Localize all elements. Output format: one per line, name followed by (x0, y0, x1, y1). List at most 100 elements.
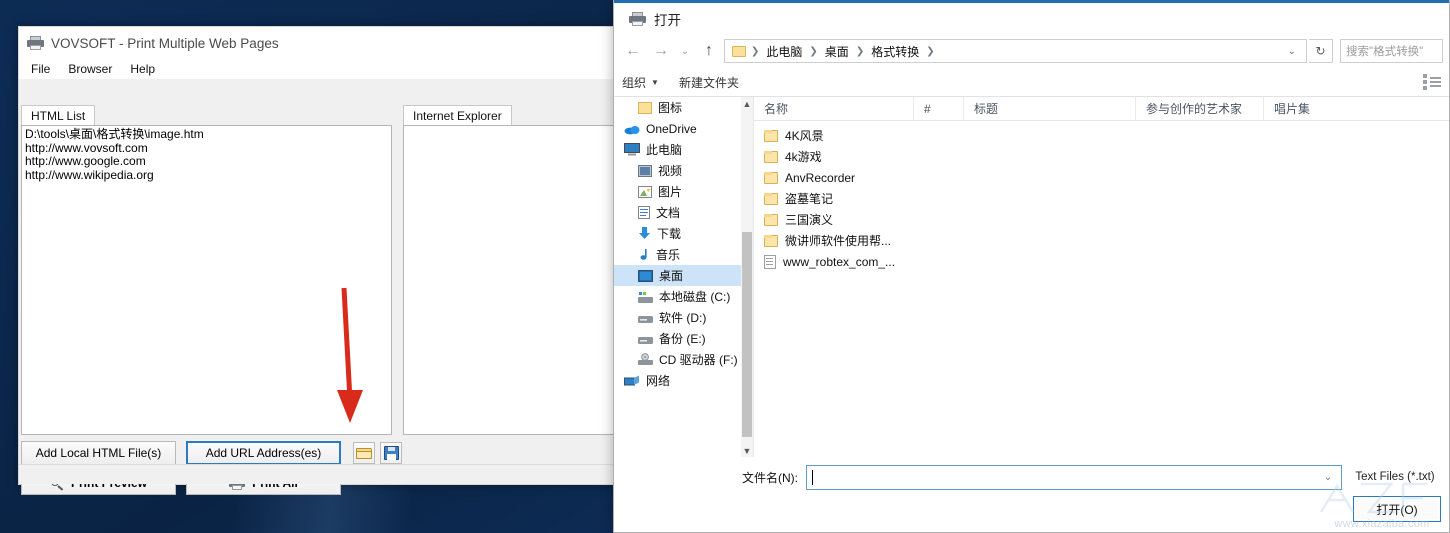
downloads-icon (639, 227, 650, 239)
breadcrumb-item-desktop[interactable]: 桌面 (821, 43, 853, 60)
list-item[interactable]: D:\tools\桌面\格式转换\image.htm (22, 127, 391, 142)
desktop-icon (638, 269, 653, 282)
menubar: File Browser Help (19, 59, 619, 79)
filename-input[interactable]: ⌄ (806, 464, 1342, 490)
column-header-name[interactable]: ⌃ 名称 (754, 97, 914, 120)
sidebar-item-drive-e[interactable]: 备份 (E:) (614, 328, 741, 349)
file-row[interactable]: 4K风景 (754, 125, 1449, 146)
printer-icon (629, 11, 646, 26)
add-local-html-files-label: Add Local HTML File(s) (35, 446, 162, 460)
scroll-down-icon[interactable]: ▼ (741, 444, 753, 457)
tab-html-list-label: HTML List (31, 108, 86, 123)
file-row[interactable]: 4k游戏 (754, 146, 1449, 167)
sidebar-item-downloads[interactable]: 下载 (614, 223, 741, 244)
save-list-button[interactable] (380, 442, 402, 464)
back-icon[interactable]: ← (620, 39, 646, 63)
list-item[interactable]: http://www.vovsoft.com (22, 141, 391, 156)
system-drive-icon (638, 291, 653, 303)
breadcrumb[interactable]: ❯ 此电脑 ❯ 桌面 ❯ 格式转换 ❯ ⌄ (724, 39, 1307, 63)
pictures-icon (638, 185, 652, 198)
breadcrumb-item-this-pc[interactable]: 此电脑 (762, 43, 806, 60)
tab-internet-explorer-label: Internet Explorer (413, 108, 502, 123)
sort-ascending-icon: ⌃ (833, 97, 842, 103)
file-row[interactable]: 盗墓笔记 (754, 188, 1449, 209)
sidebar-item-label: 备份 (E:) (659, 332, 706, 346)
file-row[interactable]: www_robtex_com_... (754, 251, 1449, 272)
column-header-title[interactable]: 标题 (964, 97, 1136, 120)
up-icon[interactable]: ↑ (696, 39, 722, 63)
navigation-pane-scrollbar[interactable]: ▲ ▼ (741, 97, 753, 457)
file-type-filter[interactable]: Text Files (*.txt) (1347, 464, 1443, 490)
column-header-contributing-artists[interactable]: 参与创作的艺术家 (1136, 97, 1264, 120)
add-local-html-files-button[interactable]: Add Local HTML File(s) (21, 441, 176, 465)
column-header-label: 唱片集 (1274, 102, 1311, 116)
tab-html-list[interactable]: HTML List (21, 105, 96, 125)
internet-explorer-preview-pane[interactable] (403, 125, 618, 435)
scroll-up-icon[interactable]: ▲ (741, 97, 753, 110)
drive-icon (638, 336, 653, 344)
sidebar-item-desktop[interactable]: 桌面 (614, 265, 741, 286)
sidebar-item-label: 下载 (657, 227, 682, 241)
sidebar-item-pictures[interactable]: 图片 (614, 181, 741, 202)
breadcrumb-item-current[interactable]: 格式转换 (867, 43, 923, 60)
button-row-top: Add Local HTML File(s) Add URL Address(e… (21, 441, 617, 465)
network-icon (624, 375, 639, 385)
breadcrumb-dropdown-icon[interactable]: ⌄ (1282, 46, 1302, 57)
file-name: 微讲师软件使用帮... (785, 234, 892, 248)
forward-icon[interactable]: → (648, 39, 674, 63)
file-name: 盗墓笔记 (785, 192, 834, 206)
sidebar-item-this-pc[interactable]: 此电脑 (614, 139, 741, 160)
file-row[interactable]: 微讲师软件使用帮... (754, 230, 1449, 251)
column-header-label: 标题 (974, 102, 999, 116)
file-list: 4K风景 4k游戏 AnvRecorder 盗墓笔记 三国演义 微讲师软件使用帮… (754, 121, 1449, 272)
sidebar-item-label: 本地磁盘 (C:) (659, 290, 731, 304)
sidebar-item-cd-drive-f[interactable]: CD 驱动器 (F:) (614, 349, 741, 370)
sidebar-item-music[interactable]: 音乐 (614, 244, 741, 265)
view-layout-icon[interactable] (1423, 74, 1441, 90)
refresh-icon[interactable]: ↻ (1309, 39, 1333, 63)
sidebar-item-videos[interactable]: 视频 (614, 160, 741, 181)
new-folder-label: 新建文件夹 (678, 75, 739, 90)
file-row[interactable]: 三国演义 (754, 209, 1449, 230)
file-name: 4k游戏 (785, 150, 822, 164)
sidebar-item-label: 文档 (656, 206, 681, 220)
column-headers: ⌃ 名称 # 标题 参与创作的艺术家 唱片集 (754, 97, 1449, 121)
file-name: 三国演义 (785, 213, 834, 227)
this-pc-icon (624, 143, 640, 156)
dialog-main: 图标 OneDrive 此电脑 视频 图片 文档 下载 音乐 桌面 本地磁盘 (… (614, 97, 1449, 457)
sidebar-item-network[interactable]: 网络 (614, 370, 741, 391)
add-url-addresses-label: Add URL Address(es) (205, 446, 322, 460)
filename-dropdown-icon[interactable]: ⌄ (1317, 472, 1339, 483)
column-header-track[interactable]: # (914, 97, 964, 120)
menu-help[interactable]: Help (130, 62, 155, 76)
list-item[interactable]: http://www.wikipedia.org (22, 168, 391, 183)
file-row[interactable]: AnvRecorder (754, 167, 1449, 188)
sidebar-item-label: OneDrive (646, 121, 697, 136)
music-icon (640, 249, 647, 260)
list-item[interactable]: http://www.google.com (22, 155, 391, 169)
sidebar-item-documents[interactable]: 文档 (614, 202, 741, 223)
sidebar-item-icons[interactable]: 图标 (614, 97, 741, 118)
floppy-save-icon (383, 446, 399, 460)
menu-browser[interactable]: Browser (68, 62, 112, 76)
scrollbar-thumb[interactable] (742, 232, 752, 437)
menu-file[interactable]: File (31, 62, 50, 76)
column-header-album[interactable]: 唱片集 (1264, 97, 1392, 120)
folder-icon (764, 171, 778, 184)
tab-internet-explorer[interactable]: Internet Explorer (403, 105, 512, 125)
sidebar-item-label: 音乐 (656, 248, 681, 262)
new-folder-button[interactable]: 新建文件夹 (679, 74, 739, 91)
organize-button[interactable]: 组织 ▼ (622, 74, 659, 91)
open-button[interactable]: 打开(O) (1353, 496, 1441, 522)
add-url-addresses-button[interactable]: Add URL Address(es) (186, 441, 341, 465)
file-name: AnvRecorder (785, 170, 856, 185)
recent-locations-icon[interactable]: ⌄ (676, 39, 694, 63)
sidebar-item-onedrive[interactable]: OneDrive (614, 118, 741, 139)
sidebar-item-drive-d[interactable]: 软件 (D:) (614, 307, 741, 328)
file-name: 4K风景 (785, 129, 824, 143)
html-list-box[interactable]: D:\tools\桌面\格式转换\image.htm http://www.vo… (21, 125, 392, 435)
search-input[interactable]: 搜索"格式转换" (1340, 39, 1443, 63)
sidebar-item-local-disk-c[interactable]: 本地磁盘 (C:) (614, 286, 741, 307)
dialog-title: 打开 (654, 12, 681, 28)
open-list-button[interactable] (353, 442, 375, 464)
